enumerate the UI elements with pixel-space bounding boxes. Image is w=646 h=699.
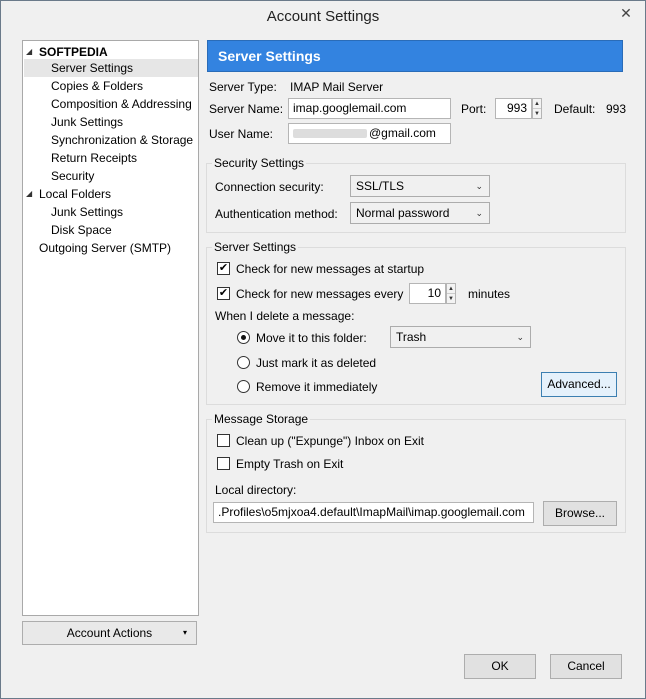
tree-item-label: Composition & Addressing (51, 97, 192, 111)
tree-item-copies-folders[interactable]: Copies & Folders (24, 77, 198, 95)
remove-immediately-radio[interactable] (237, 380, 250, 393)
ok-button[interactable]: OK (464, 654, 536, 679)
tree-item-synchronization[interactable]: Synchronization & Storage (24, 131, 198, 149)
chevron-down-icon: ⌄ (475, 181, 483, 191)
default-port-value: 993 (606, 102, 627, 116)
port-spinner[interactable]: ▲ ▼ (532, 98, 542, 119)
tree-item-return-receipts[interactable]: Return Receipts (24, 149, 198, 167)
port-input[interactable]: 993 (495, 98, 532, 119)
empty-trash-label: Empty Trash on Exit (236, 457, 344, 471)
account-tree[interactable]: ◢ SOFTPEDIA Server Settings Copies & Fol… (22, 40, 199, 616)
minutes-spinner[interactable]: ▲ ▼ (446, 283, 456, 304)
local-directory-input[interactable]: .Profiles\o5mjxoa4.default\ImapMail\imap… (213, 502, 534, 523)
default-port-label: Default: (554, 102, 596, 116)
auth-method-value: Normal password (356, 206, 450, 220)
port-label: Port: (461, 102, 487, 116)
tree-item-local-folders[interactable]: ◢ Local Folders (24, 185, 198, 203)
user-name-input[interactable]: @gmail.com (288, 123, 451, 144)
connection-security-value: SSL/TLS (356, 179, 405, 193)
close-icon[interactable]: ✕ (615, 4, 637, 22)
cancel-button[interactable]: Cancel (550, 654, 622, 679)
tree-item-server-settings[interactable]: Server Settings (24, 59, 198, 77)
user-name-label: User Name: (209, 127, 274, 141)
page-title: Server Settings (218, 48, 321, 64)
tree-item-label: Outgoing Server (SMTP) (39, 241, 172, 255)
mark-deleted-radio[interactable] (237, 356, 250, 369)
tree-item-label: Junk Settings (51, 115, 124, 129)
tree-item-label: Junk Settings (51, 205, 124, 219)
auth-method-label: Authentication method: (215, 207, 338, 221)
tree-item-composition[interactable]: Composition & Addressing (24, 95, 198, 113)
server-type-label: Server Type: (209, 80, 277, 94)
page-header: Server Settings (207, 40, 623, 72)
check-startup-checkbox[interactable]: ✔ (217, 262, 230, 275)
message-storage-title: Message Storage (212, 412, 311, 426)
chevron-down-icon: ⌄ (475, 208, 483, 218)
tree-item-local-junk-settings[interactable]: Junk Settings (24, 203, 198, 221)
tree-item-security[interactable]: Security (24, 167, 198, 185)
server-name-input[interactable]: imap.googlemail.com (288, 98, 451, 119)
account-actions-label: Account Actions (66, 626, 153, 640)
server-settings-title: Server Settings (212, 240, 299, 254)
account-settings-window: Account Settings ✕ ◢ SOFTPEDIA Server Se… (0, 0, 646, 699)
window-title: Account Settings (266, 8, 380, 25)
tree-item-label: Local Folders (39, 187, 112, 201)
tree-item-label: Synchronization & Storage (51, 133, 194, 147)
tree-item-label: Server Settings (51, 61, 134, 75)
connection-security-label: Connection security: (215, 180, 324, 194)
spin-up-icon[interactable]: ▲ (447, 284, 455, 294)
redacted-username (293, 129, 367, 139)
local-directory-label: Local directory: (215, 483, 297, 497)
expunge-label: Clean up ("Expunge") Inbox on Exit (236, 434, 424, 448)
tree-item-label: Return Receipts (51, 151, 138, 165)
tree-item-outgoing-server[interactable]: Outgoing Server (SMTP) (24, 239, 198, 257)
dropdown-caret-icon: ▾ (182, 628, 187, 637)
delete-message-label: When I delete a message: (215, 309, 355, 323)
tree-item-disk-space[interactable]: Disk Space (24, 221, 198, 239)
title-bar[interactable]: Account Settings ✕ (1, 1, 645, 32)
expunge-checkbox[interactable] (217, 434, 230, 447)
advanced-button[interactable]: Advanced... (541, 372, 617, 397)
mark-deleted-label: Just mark it as deleted (256, 356, 377, 370)
expanded-toggle-icon[interactable]: ◢ (26, 185, 36, 203)
minutes-input[interactable]: 10 (409, 283, 446, 304)
remove-immediately-label: Remove it immediately (256, 380, 378, 394)
account-actions-button[interactable]: Account Actions ▾ (22, 621, 197, 645)
connection-security-select[interactable]: SSL/TLS ⌄ (350, 175, 490, 197)
spin-down-icon[interactable]: ▼ (447, 294, 455, 304)
tree-item-label: Disk Space (51, 223, 112, 237)
move-to-folder-radio[interactable] (237, 331, 250, 344)
check-every-label: Check for new messages every (236, 287, 404, 301)
server-type-value: IMAP Mail Server (290, 80, 384, 94)
auth-method-select[interactable]: Normal password ⌄ (350, 202, 490, 224)
local-directory-value: .Profiles\o5mjxoa4.default\ImapMail\imap… (218, 505, 525, 519)
minutes-label: minutes (468, 287, 511, 301)
move-to-folder-label: Move it to this folder: (256, 331, 367, 345)
check-every-checkbox[interactable]: ✔ (217, 287, 230, 300)
check-startup-label: Check for new messages at startup (236, 262, 425, 276)
empty-trash-checkbox[interactable] (217, 457, 230, 470)
tree-item-junk-settings[interactable]: Junk Settings (24, 113, 198, 131)
spin-down-icon[interactable]: ▼ (533, 109, 541, 119)
user-name-domain: @gmail.com (369, 126, 436, 140)
trash-folder-select[interactable]: Trash ⌄ (390, 326, 531, 348)
tree-item-label: Security (51, 169, 95, 183)
server-name-label: Server Name: (209, 102, 284, 116)
security-settings-title: Security Settings (212, 156, 307, 170)
spin-up-icon[interactable]: ▲ (533, 99, 541, 109)
trash-folder-value: Trash (396, 330, 427, 344)
chevron-down-icon: ⌄ (516, 332, 524, 342)
tree-item-label: Copies & Folders (51, 79, 144, 93)
browse-button[interactable]: Browse... (543, 501, 617, 526)
